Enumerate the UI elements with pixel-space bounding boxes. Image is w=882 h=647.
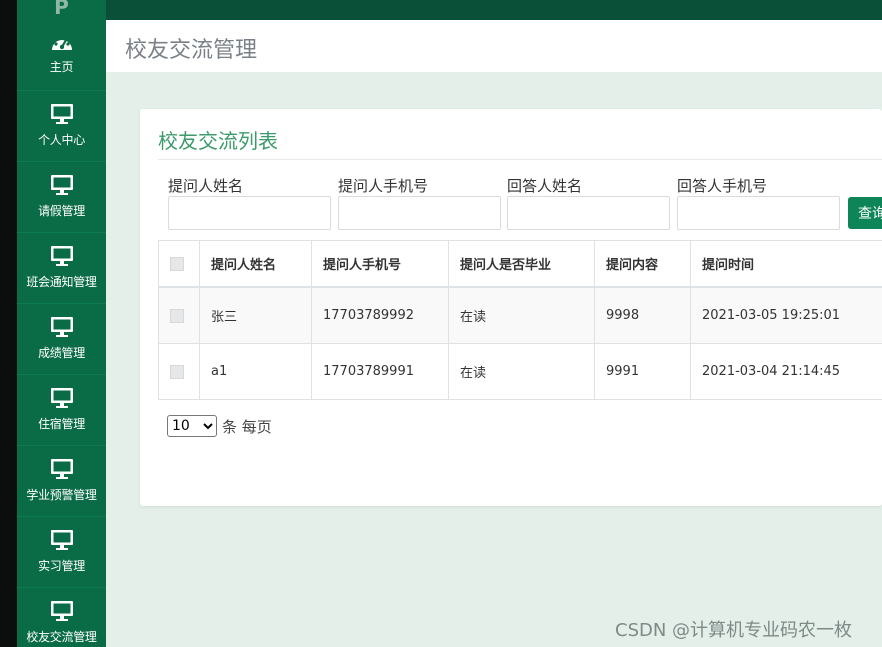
table-cell: 2021-03-05 19:25:01: [690, 286, 882, 344]
sidebar-item-dormitory[interactable]: 住宿管理: [17, 375, 106, 446]
sidebar-item-internship[interactable]: 实习管理: [17, 517, 106, 588]
table-cell: 9991: [594, 343, 691, 400]
sidebar-item-label: 住宿管理: [38, 417, 85, 431]
answerer-phone-input[interactable]: [677, 196, 840, 230]
column-header[interactable]: 提问人是否毕业: [448, 240, 595, 288]
monitor-icon: [50, 530, 73, 550]
table-row[interactable]: 张三 17703789992 在读 9998 2021-03-05 19:25:…: [158, 286, 882, 344]
filter-label-asker-phone: 提问人手机号: [338, 177, 429, 195]
sidebar: P 主页 个人中心 请假管理 班会通知管理 成绩管理 住宿管理 学业预警管理 实…: [17, 0, 106, 647]
sidebar-item-label: 个人中心: [38, 133, 85, 147]
monitor-icon: [50, 601, 73, 621]
sidebar-item-grades[interactable]: 成绩管理: [17, 304, 106, 375]
table-cell: 在读: [448, 343, 595, 400]
sidebar-item-home[interactable]: 主页: [17, 20, 106, 91]
sidebar-item-label: 实习管理: [38, 559, 85, 573]
monitor-icon: [50, 104, 73, 124]
watermark: CSDN @计算机专业码农一枚: [615, 620, 853, 641]
filter-label-asker-name: 提问人姓名: [168, 177, 244, 195]
table-cell: 张三: [199, 286, 312, 344]
column-header[interactable]: 提问时间: [690, 240, 882, 288]
asker-phone-input[interactable]: [338, 196, 501, 230]
select-all-checkbox[interactable]: [170, 256, 184, 271]
column-header[interactable]: 提问内容: [594, 240, 691, 288]
monitor-icon: [50, 317, 73, 337]
brand-logo: P: [54, 0, 69, 19]
sidebar-item-personal-center[interactable]: 个人中心: [17, 91, 106, 162]
table-cell: 17703789992: [311, 286, 449, 344]
table-cell: 9998: [594, 286, 691, 344]
table-header-row: 提问人姓名 提问人手机号 提问人是否毕业 提问内容 提问时间: [158, 240, 882, 288]
card-divider: [158, 159, 882, 160]
left-edge-strip: [0, 0, 17, 647]
table-cell: a1: [199, 343, 312, 400]
page-size-select[interactable]: 10: [167, 415, 217, 437]
sidebar-item-label: 学业预警管理: [26, 488, 97, 502]
filter-label-answerer-phone: 回答人手机号: [677, 177, 768, 195]
column-header[interactable]: 提问人姓名: [199, 240, 312, 288]
asker-name-input[interactable]: [168, 196, 331, 230]
monitor-icon: [50, 388, 73, 408]
query-button[interactable]: 查询: [848, 197, 882, 229]
row-select-cell: [158, 343, 200, 400]
header-select-cell: [158, 240, 200, 288]
answerer-name-input[interactable]: [507, 196, 670, 230]
sidebar-item-label: 成绩管理: [38, 346, 85, 360]
monitor-icon: [50, 459, 73, 479]
page-title: 校友交流管理: [125, 38, 258, 63]
row-select-cell: [158, 286, 200, 344]
row-checkbox[interactable]: [170, 308, 184, 323]
table-cell: 在读: [448, 286, 595, 344]
monitor-icon: [50, 246, 73, 266]
table-row[interactable]: a1 17703789991 在读 9991 2021-03-04 21:14:…: [158, 343, 882, 400]
sidebar-item-leave[interactable]: 请假管理: [17, 162, 106, 233]
page-size-suffix: 条 每页: [222, 417, 272, 436]
top-navbar: [106, 0, 882, 20]
sidebar-item-label: 班会通知管理: [26, 275, 97, 289]
row-checkbox[interactable]: [170, 364, 184, 379]
table-cell: 2021-03-04 21:14:45: [690, 343, 882, 400]
filter-label-answerer-name: 回答人姓名: [507, 177, 583, 195]
monitor-icon: [50, 175, 73, 195]
pagination: 10 条 每页: [167, 415, 272, 437]
dashboard-icon: [51, 35, 72, 50]
table-cell: 17703789991: [311, 343, 449, 400]
sidebar-item-academic-warning[interactable]: 学业预警管理: [17, 446, 106, 517]
sidebar-item-label: 校友交流管理: [26, 630, 97, 644]
card-title: 校友交流列表: [158, 129, 278, 153]
page-header: 校友交流管理: [106, 20, 882, 73]
column-header[interactable]: 提问人手机号: [311, 240, 449, 288]
sidebar-item-label: 主页: [49, 60, 74, 74]
sidebar-item-label: 请假管理: [38, 204, 85, 218]
sidebar-item-alumni-exchange[interactable]: 校友交流管理: [17, 588, 106, 647]
alumni-table: 提问人姓名 提问人手机号 提问人是否毕业 提问内容 提问时间 张三 177037…: [158, 240, 882, 400]
list-card: 校友交流列表 提问人姓名 提问人手机号 回答人姓名 回答人手机号 查询 提问人姓…: [140, 109, 882, 506]
sidebar-item-class-notice[interactable]: 班会通知管理: [17, 233, 106, 304]
